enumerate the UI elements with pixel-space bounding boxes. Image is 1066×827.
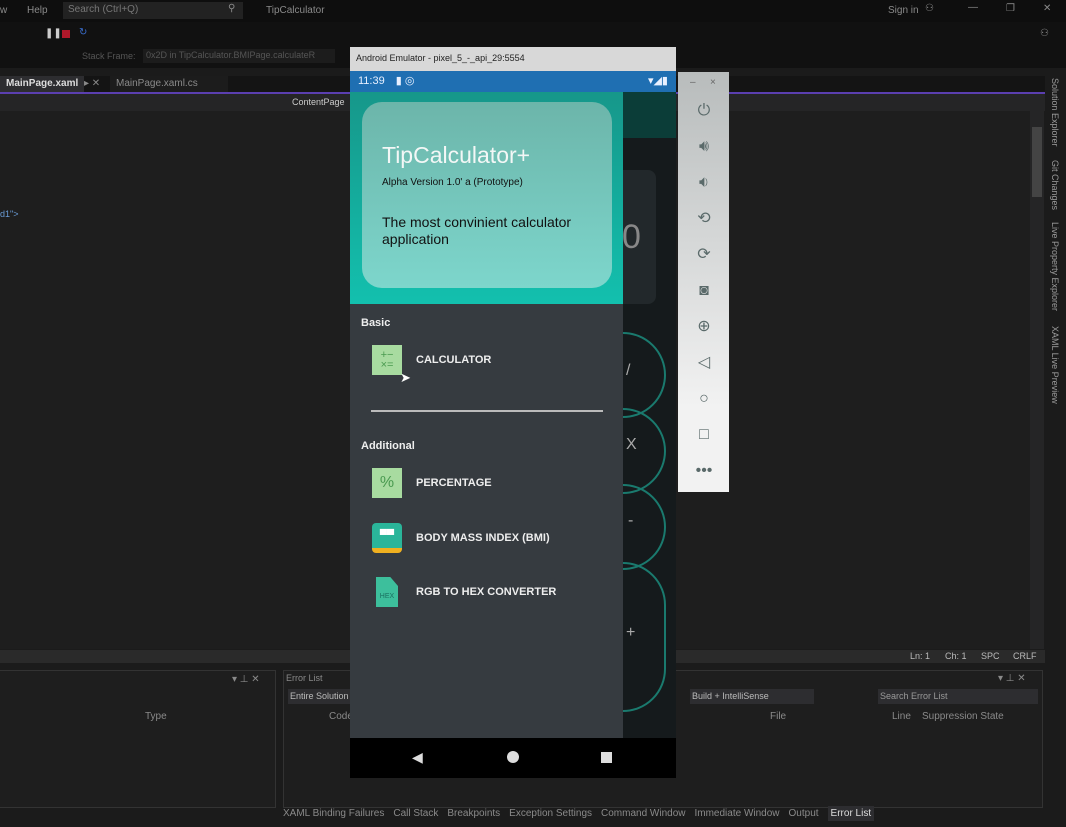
line-ending-indicator[interactable]: CRLF (1013, 651, 1037, 661)
search-input[interactable]: Search (Ctrl+Q) (63, 2, 243, 19)
tab-close-icon[interactable]: ▸ ✕ (84, 78, 100, 89)
menu-item-label: RGB TO HEX CONVERTER (416, 586, 557, 598)
app-version: Alpha Version 1.0' a (Prototype) (382, 177, 523, 188)
tab-exception-settings[interactable]: Exception Settings (509, 808, 592, 819)
tab-solution-explorer[interactable]: Solution Explorer (1050, 78, 1060, 147)
tab-command-window[interactable]: Command Window (601, 808, 685, 819)
error-search-input[interactable]: Search Error List (878, 689, 1038, 704)
navigation-drawer: TipCalculator+ Alpha Version 1.0' a (Pro… (350, 92, 623, 738)
close-button[interactable]: ✕ (1043, 3, 1051, 14)
camera-icon[interactable]: ◙ (691, 278, 717, 304)
element-dropdown[interactable]: ContentPage (292, 97, 345, 107)
rotate-right-icon[interactable]: ⟳ (691, 242, 717, 268)
column-file[interactable]: File (770, 711, 786, 722)
percent-icon: % (372, 468, 402, 498)
section-divider (371, 410, 603, 412)
tab-call-stack[interactable]: Call Stack (393, 808, 438, 819)
menu-window[interactable]: w (0, 5, 7, 16)
emulator-minimize-button[interactable]: – (690, 77, 696, 88)
panel-controls-icon[interactable]: ▾ ⊥ ✕ (998, 673, 1026, 684)
tab-error-list[interactable]: Error List (827, 806, 875, 821)
back-button-icon[interactable]: ◀ (412, 749, 423, 766)
bottom-tool-tabs: XAML Binding Failures Call Stack Breakpoin… (283, 806, 883, 826)
menu-item-label: PERCENTAGE (416, 477, 492, 489)
emulator-title: Android Emulator - pixel_5_-_api_29:5554 (350, 47, 676, 71)
stack-frame-dropdown[interactable]: 0x2D in TipCalculator.BMIPage.calculateR (143, 49, 335, 63)
background-app-bar (623, 92, 676, 138)
editor-scrollbar[interactable] (1030, 111, 1044, 649)
pause-icon[interactable]: ❚❚ (45, 28, 62, 39)
menu-item-bmi[interactable]: ▀▀ BODY MASS INDEX (BMI) (372, 523, 550, 553)
app-title: TipCalculator+ (382, 142, 531, 168)
menu-item-label: CALCULATOR (416, 354, 492, 366)
tab-xaml-live-preview[interactable]: XAML Live Preview (1050, 326, 1060, 404)
emulator-close-button[interactable]: × (710, 77, 716, 88)
volume-up-icon[interactable]: 🔊︎ (691, 134, 717, 160)
tab-mainpage-xaml[interactable]: MainPage.xaml (0, 76, 85, 92)
overview-icon[interactable]: □ (691, 422, 717, 448)
power-icon[interactable]: ⏻ (691, 98, 717, 124)
tab-git-changes[interactable]: Git Changes (1050, 160, 1060, 210)
user-add-icon[interactable]: ⚇ (925, 3, 934, 14)
volume-down-icon[interactable]: 🔉︎ (691, 170, 717, 196)
drawer-header: TipCalculator+ Alpha Version 1.0' a (Pro… (350, 92, 623, 304)
android-nav-bar: ◀ (350, 738, 676, 778)
char-number: Ch: 1 (945, 651, 967, 661)
hex-file-icon: HEX (376, 577, 398, 607)
tab-live-property-explorer[interactable]: Live Property Explorer (1050, 222, 1060, 311)
code-fragment: d1"> (0, 209, 19, 219)
menu-item-rgb-to-hex[interactable]: HEX RGB TO HEX CONVERTER (372, 577, 556, 607)
emulator-controls: – × ⏻ 🔊︎ 🔉︎ ⟲ ⟳ ◙ ⊕ ◁ ○ □ ••• (678, 72, 729, 492)
error-list-title: Error List (286, 673, 323, 683)
android-status-bar: 11:39 ▮ ◎ ▾◢▮ (350, 71, 676, 92)
sign-in-link[interactable]: Sign in (888, 5, 919, 16)
feedback-icon[interactable]: ⚇ (1040, 28, 1049, 39)
menu-item-calculator[interactable]: +− ×= CALCULATOR (372, 345, 491, 375)
header-card: TipCalculator+ Alpha Version 1.0' a (Pro… (362, 102, 612, 288)
home-icon[interactable]: ○ (691, 386, 717, 412)
column-suppression-state[interactable]: Suppression State (922, 711, 1004, 722)
column-type[interactable]: Type (145, 711, 167, 722)
solution-title: TipCalculator (266, 5, 325, 16)
restore-button[interactable]: ❐ (1006, 3, 1015, 14)
rotate-left-icon[interactable]: ⟲ (691, 206, 717, 232)
restart-icon[interactable]: ↻ (79, 27, 87, 38)
section-additional: Additional (361, 440, 415, 452)
menu-item-label: BODY MASS INDEX (BMI) (416, 532, 550, 544)
menu-help[interactable]: Help (27, 5, 48, 16)
signal-battery-icon: ▾◢▮ (647, 75, 668, 87)
scale-icon: ▀▀ (372, 523, 402, 553)
stack-frame-label: Stack Frame: (82, 51, 136, 61)
left-tool-panel: ▾ ⊥ ✕ Type (0, 670, 276, 808)
menu-item-percentage[interactable]: % PERCENTAGE (372, 468, 492, 498)
app-tagline: The most convinient calculator applicati… (382, 214, 572, 247)
tab-breakpoints[interactable]: Breakpoints (447, 808, 500, 819)
line-number: Ln: 1 (910, 651, 931, 661)
back-icon[interactable]: ◁ (691, 350, 717, 376)
tab-output[interactable]: Output (789, 808, 819, 819)
tab-mainpage-xaml-cs[interactable]: MainPage.xaml.cs (110, 76, 228, 92)
clock: 11:39 (358, 75, 385, 87)
minimize-button[interactable]: — (968, 2, 978, 13)
mouse-cursor-icon: ➤ (400, 370, 411, 385)
tab-xaml-binding-failures[interactable]: XAML Binding Failures (283, 808, 384, 819)
home-button-icon[interactable] (507, 751, 519, 763)
panel-controls-icon[interactable]: ▾ ⊥ ✕ (232, 674, 260, 685)
title-bar: w Help Search (Ctrl+Q) ⚲ TipCalculator S… (0, 0, 1066, 22)
build-filter-dropdown[interactable]: Build + IntelliSense (690, 689, 814, 704)
scope-dropdown[interactable]: Entire Solution (288, 689, 358, 704)
stop-icon[interactable] (62, 30, 70, 38)
zoom-icon[interactable]: ⊕ (691, 314, 717, 340)
spacing-indicator[interactable]: SPC (981, 651, 1000, 661)
search-icon: ⚲ (228, 3, 236, 14)
section-basic: Basic (361, 317, 391, 329)
more-icon[interactable]: ••• (691, 458, 717, 484)
recents-button-icon[interactable] (601, 752, 612, 763)
tab-immediate-window[interactable]: Immediate Window (694, 808, 779, 819)
calculator-icon: +− ×= (372, 345, 402, 375)
column-line[interactable]: Line (892, 711, 911, 722)
sim-icon: ▮ ◎ (395, 75, 415, 87)
